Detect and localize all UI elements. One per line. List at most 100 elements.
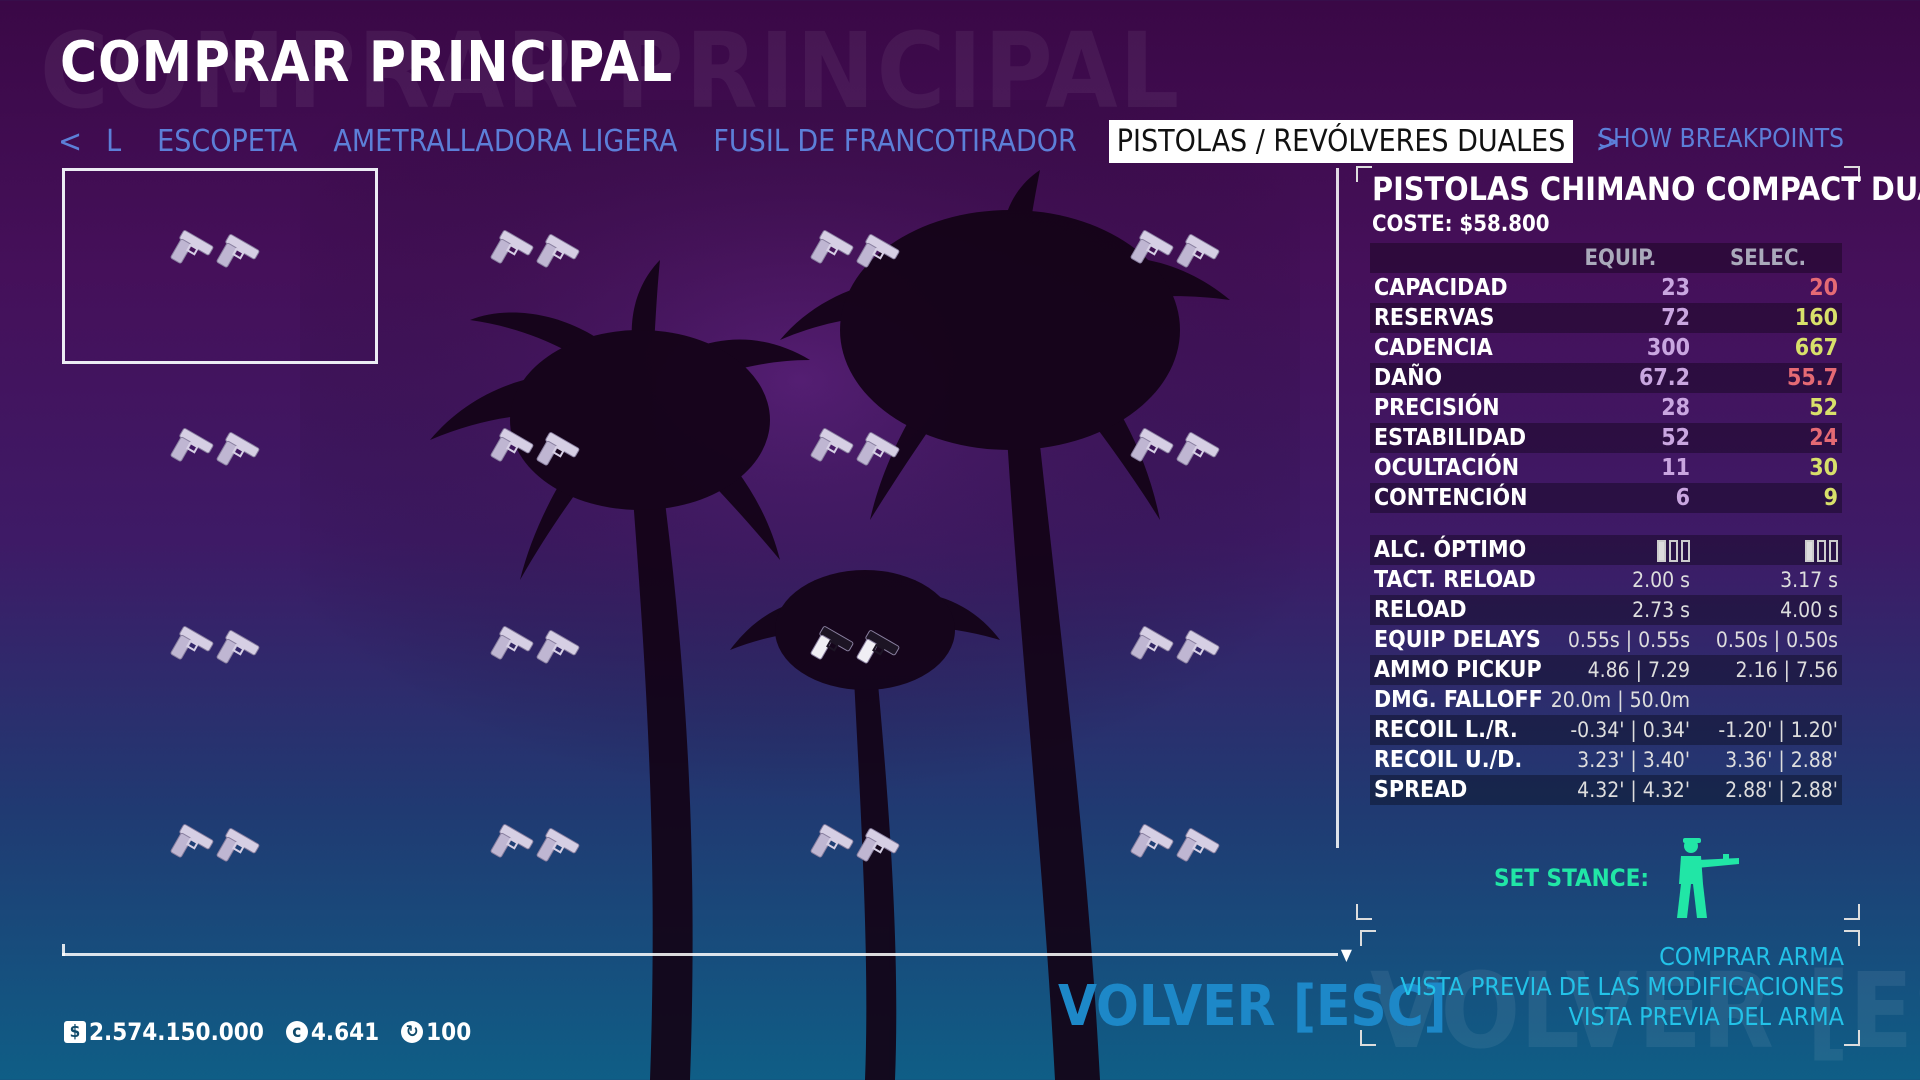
- tab-pistolas-revolveres-duales[interactable]: PISTOLAS / REVÓLVERES DUALES: [1108, 119, 1574, 163]
- stat-equip-value: -0.34' | 0.34': [1570, 718, 1691, 742]
- weapon-slot[interactable]: [1022, 762, 1338, 958]
- equip-column-header: EQUIP.: [1584, 245, 1657, 271]
- stat-label: ALC. ÓPTIMO: [1374, 537, 1527, 563]
- weapon-slot[interactable]: [1022, 564, 1338, 760]
- stat-row: OCULTACIÓN 11 30: [1370, 453, 1842, 483]
- stat-selec-value: 3.36' | 2.88': [1725, 748, 1838, 772]
- stat-label: SPREAD: [1374, 777, 1468, 803]
- extra-stat-row: SPREAD 4.32' | 4.32' 2.88' | 2.88': [1370, 775, 1842, 805]
- stat-equip-value: 67.2: [1638, 365, 1691, 391]
- stat-row: PRECISIÓN 28 52: [1370, 393, 1842, 423]
- stat-row: CAPACIDAD 23 20: [1370, 273, 1842, 303]
- optimal-range-equip-bars: [1547, 535, 1694, 565]
- weapon-slot[interactable]: [62, 564, 378, 760]
- selec-column-header: SELEC.: [1730, 245, 1806, 271]
- extra-stat-row: DMG. FALLOFF 20.0m | 50.0m: [1370, 685, 1842, 715]
- show-breakpoints-button[interactable]: SHOW BREAKPOINTS: [1598, 124, 1844, 154]
- extra-stat-row: AMMO PICKUP 4.86 | 7.29 2.16 | 7.56: [1370, 655, 1842, 685]
- weapon-slot[interactable]: [702, 762, 1018, 958]
- level-value: 100: [426, 1018, 472, 1046]
- weapon-slot[interactable]: [702, 564, 1018, 760]
- dual-pistol-icon: [1125, 620, 1235, 704]
- weapon-slot[interactable]: [382, 564, 698, 760]
- stat-label: RESERVAS: [1374, 305, 1495, 331]
- stats-table: EQUIP. SELEC. CAPACIDAD 23 20 RESERVAS 7…: [1370, 243, 1842, 805]
- stat-selec-value: 55.7: [1786, 365, 1838, 391]
- extra-stat-row: EQUIP DELAYS 0.55s | 0.55s 0.50s | 0.50s: [1370, 625, 1842, 655]
- weapon-details-panel: PISTOLAS CHIMANO COMPACT DUALES COSTE: $…: [1360, 170, 1920, 805]
- dual-pistol-icon: [485, 620, 595, 704]
- soldier-stance-icon[interactable]: [1667, 836, 1747, 920]
- player-resources: $ 2.574.150.000 c 4.641 ↻ 100: [64, 1018, 493, 1046]
- stat-row: ESTABILIDAD 52 24: [1370, 423, 1842, 453]
- stat-selec-value: 4.00 s: [1780, 598, 1838, 622]
- dual-pistol-icon: [485, 224, 595, 308]
- weapon-slot[interactable]: [62, 762, 378, 958]
- stat-equip-value: 72: [1661, 305, 1691, 331]
- weapon-slot[interactable]: [382, 168, 698, 364]
- page-title: COMPRAR PRINCIPAL: [60, 30, 674, 95]
- weapon-slot[interactable]: [382, 762, 698, 958]
- stat-label: AMMO PICKUP: [1374, 657, 1542, 683]
- weapon-slot[interactable]: [702, 366, 1018, 562]
- stat-equip-value: 2.73 s: [1632, 598, 1691, 622]
- coin-icon: c: [285, 1021, 308, 1043]
- stat-label: EQUIP DELAYS: [1374, 627, 1541, 653]
- weapon-slot[interactable]: [702, 168, 1018, 364]
- stat-label: DAÑO: [1374, 365, 1443, 391]
- preview-weapon-button[interactable]: VISTA PREVIA DEL ARMA: [1400, 1002, 1844, 1032]
- dual-pistol-icon: [485, 818, 595, 902]
- coins-value: 4.641: [310, 1018, 380, 1046]
- panel-bracket-bl: [1356, 904, 1372, 920]
- dual-pistol-icon: [805, 422, 915, 506]
- weapon-slot[interactable]: [1022, 168, 1338, 364]
- stat-selec-value: 20: [1809, 275, 1838, 301]
- stat-selec-value: 30: [1809, 455, 1838, 481]
- dual-pistol-icon: [1125, 224, 1235, 308]
- dual-pistol-icon: [805, 818, 915, 902]
- range-bar: [1817, 539, 1826, 562]
- stat-selec-value: 52: [1809, 395, 1838, 421]
- weapon-slot[interactable]: [1022, 366, 1338, 562]
- money-value: 2.574.150.000: [89, 1018, 264, 1046]
- stat-selec-value: -1.20' | 1.20': [1718, 718, 1838, 742]
- tab-l[interactable]: L: [102, 120, 125, 163]
- scroll-down-arrow-icon[interactable]: ▼: [1341, 945, 1352, 964]
- tab-fusil-de-francotirador[interactable]: FUSIL DE FRANCOTIRADOR: [709, 120, 1080, 163]
- stat-equip-value: 52: [1661, 425, 1691, 451]
- money-icon: $: [64, 1021, 86, 1043]
- preview-mods-button[interactable]: VISTA PREVIA DE LAS MODIFICACIONES: [1400, 972, 1844, 1002]
- dual-revolver-icon: [805, 620, 915, 704]
- stat-equip-value: 300: [1646, 335, 1691, 361]
- buy-weapon-button[interactable]: COMPRAR ARMA: [1400, 942, 1844, 972]
- actions-bracket-tr: [1844, 930, 1860, 946]
- stat-selec-value: 0.50s | 0.50s: [1715, 628, 1838, 652]
- back-button[interactable]: VOLVER [ESC]: [1058, 974, 1447, 1039]
- category-tabs: < L ESCOPETA AMETRALLADORA LIGERA FUSIL …: [58, 118, 1640, 164]
- extra-stat-row: TACT. RELOAD 2.00 s 3.17 s: [1370, 565, 1842, 595]
- tab-ametralladora-ligera[interactable]: AMETRALLADORA LIGERA: [329, 120, 681, 163]
- stat-selec-value: 9: [1823, 485, 1838, 511]
- stat-label: CAPACIDAD: [1374, 275, 1508, 301]
- stat-selec-value: 160: [1794, 305, 1838, 331]
- set-stance[interactable]: SET STANCE:: [1494, 836, 1747, 920]
- weapon-slot[interactable]: [382, 366, 698, 562]
- dual-pistol-icon: [805, 224, 915, 308]
- dual-pistol-icon: [165, 818, 275, 902]
- stat-equip-value: 3.23' | 3.40': [1577, 748, 1691, 772]
- stat-label: PRECISIÓN: [1374, 395, 1500, 421]
- optimal-range-selec-bars: [1694, 535, 1842, 565]
- dual-pistol-icon: [165, 422, 275, 506]
- stat-equip-value: 6: [1675, 485, 1691, 511]
- stat-row: CADENCIA 300 667: [1370, 333, 1842, 363]
- stats-header-row: EQUIP. SELEC.: [1370, 243, 1842, 273]
- stat-equip-value: 0.55s | 0.55s: [1567, 628, 1691, 652]
- weapon-slot[interactable]: [62, 366, 378, 562]
- stat-selec-value: [1694, 685, 1842, 715]
- stat-row: CONTENCIÓN 6 9: [1370, 483, 1842, 513]
- stat-selec-value: 2.88' | 2.88': [1725, 778, 1838, 802]
- weapon-slot[interactable]: [62, 168, 378, 364]
- tab-escopeta[interactable]: ESCOPETA: [153, 120, 301, 163]
- prev-tab-arrow[interactable]: <: [58, 122, 82, 160]
- stat-equip-value: 2.00 s: [1632, 568, 1691, 592]
